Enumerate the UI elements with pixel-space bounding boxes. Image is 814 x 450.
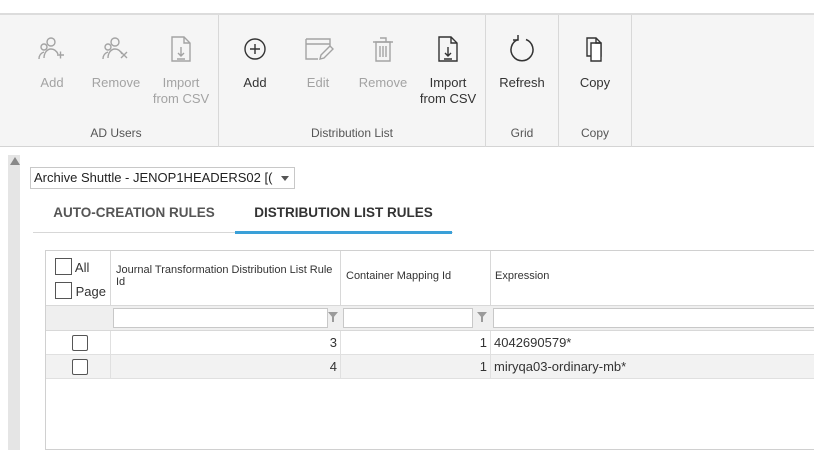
ad-users-import-csv-button[interactable]: Import from CSV	[151, 15, 211, 127]
copy-icon	[565, 34, 625, 66]
container-mapping-id-filter-input[interactable]	[343, 308, 473, 328]
ribbon-group-ad-users: Add Remove Import from CSV AD Users	[14, 15, 219, 147]
distribution-list-import-csv-button[interactable]: Import from CSV	[415, 15, 481, 127]
left-scrollbar[interactable]	[8, 155, 20, 450]
rules-grid: All Page Journal Transformation Distribu…	[45, 250, 814, 450]
refresh-label: Refresh	[499, 75, 545, 90]
distribution-list-add-button[interactable]: Add	[233, 15, 277, 127]
distribution-list-edit-label: Edit	[306, 75, 330, 90]
select-all-label: All	[74, 260, 90, 275]
rule-id-cell: 4	[111, 355, 341, 378]
ad-users-import-csv-label: Import from CSV	[152, 75, 210, 106]
add-user-icon	[29, 34, 75, 66]
rule-id-filter-input[interactable]	[113, 308, 328, 328]
column-header-expression-label: Expression	[495, 270, 550, 282]
table-row[interactable]: 4 1 miryqa03-ordinary-mb*	[46, 355, 814, 379]
row-checkbox[interactable]	[72, 359, 88, 375]
edit-icon	[296, 34, 340, 66]
ribbon-group-copy: Copy Copy	[559, 15, 632, 147]
import-csv-icon	[151, 34, 211, 66]
expression-filter-input[interactable]	[493, 308, 814, 328]
distribution-list-group-label: Distribution List	[310, 126, 394, 140]
rule-id-cell: 3	[111, 331, 341, 354]
archive-selector-dropdown[interactable]: Archive Shuttle - JENOP1HEADERS02 [(	[30, 167, 295, 189]
container-mapping-id-cell: 1	[341, 355, 491, 378]
ad-users-add-label: Add	[40, 75, 64, 90]
distribution-list-import-csv-label: Import from CSV	[419, 75, 477, 106]
table-row[interactable]: 3 1 4042690579*	[46, 331, 814, 355]
tab-auto-creation-rules[interactable]: AUTO-CREATION RULES	[33, 203, 235, 233]
ad-users-remove-button[interactable]: Remove	[86, 15, 146, 127]
refresh-button[interactable]: Refresh	[492, 15, 552, 127]
column-header-expression[interactable]: Expression	[491, 251, 814, 305]
archive-selector-value: Archive Shuttle - JENOP1HEADERS02 [(	[34, 170, 273, 185]
top-gap	[0, 0, 814, 13]
select-column-header: All Page	[46, 251, 111, 305]
refresh-icon	[492, 34, 552, 66]
row-checkbox[interactable]	[72, 335, 88, 351]
import-csv-icon	[415, 34, 481, 66]
container-mapping-id-cell: 1	[341, 331, 491, 354]
active-tab-indicator	[235, 231, 452, 234]
distribution-list-remove-label: Remove	[358, 75, 408, 90]
tab-distribution-list-rules[interactable]: DISTRIBUTION LIST RULES	[235, 203, 452, 233]
distribution-list-remove-button[interactable]: Remove	[353, 15, 413, 127]
column-header-rule-id[interactable]: Journal Transformation Distribution List…	[111, 251, 341, 305]
grid-group-label: Grid	[510, 126, 534, 140]
chevron-down-icon	[281, 176, 289, 181]
ribbon-toolbar: Add Remove Import from CSV AD Users Add …	[0, 13, 814, 147]
ribbon-group-distribution-list: Add Edit Remove Import from CSV Distribu…	[219, 15, 486, 147]
remove-user-icon	[86, 34, 146, 66]
ad-users-add-button[interactable]: Add	[29, 15, 75, 127]
select-page-checkbox[interactable]	[55, 282, 72, 299]
column-header-container-mapping-id[interactable]: Container Mapping Id	[341, 251, 491, 305]
filter-row	[46, 305, 814, 331]
select-page-label: Page	[75, 284, 106, 299]
row-select-cell	[46, 355, 111, 378]
column-header-container-mapping-id-label: Container Mapping Id	[346, 270, 452, 282]
distribution-list-edit-button[interactable]: Edit	[296, 15, 340, 127]
column-header-rule-id-label: Journal Transformation Distribution List…	[116, 264, 333, 288]
copy-button[interactable]: Copy	[565, 15, 625, 127]
select-all-control[interactable]: All	[55, 258, 89, 275]
ad-users-group-label: AD Users	[90, 126, 142, 140]
plus-circle-icon	[233, 34, 277, 66]
ribbon-group-grid: Refresh Grid	[486, 15, 559, 147]
select-page-control[interactable]: Page	[55, 282, 106, 299]
trash-icon	[353, 34, 413, 66]
row-select-cell	[46, 331, 111, 354]
copy-label: Copy	[579, 75, 611, 90]
scroll-up-arrow-icon[interactable]	[10, 157, 20, 165]
expression-cell: 4042690579*	[494, 335, 572, 350]
expression-cell: miryqa03-ordinary-mb*	[494, 359, 627, 374]
copy-group-label: Copy	[580, 126, 609, 140]
filter-icon[interactable]	[328, 312, 338, 322]
ad-users-remove-label: Remove	[91, 75, 141, 90]
filter-icon[interactable]	[477, 312, 487, 322]
distribution-list-add-label: Add	[243, 75, 267, 90]
select-all-checkbox[interactable]	[55, 258, 72, 275]
